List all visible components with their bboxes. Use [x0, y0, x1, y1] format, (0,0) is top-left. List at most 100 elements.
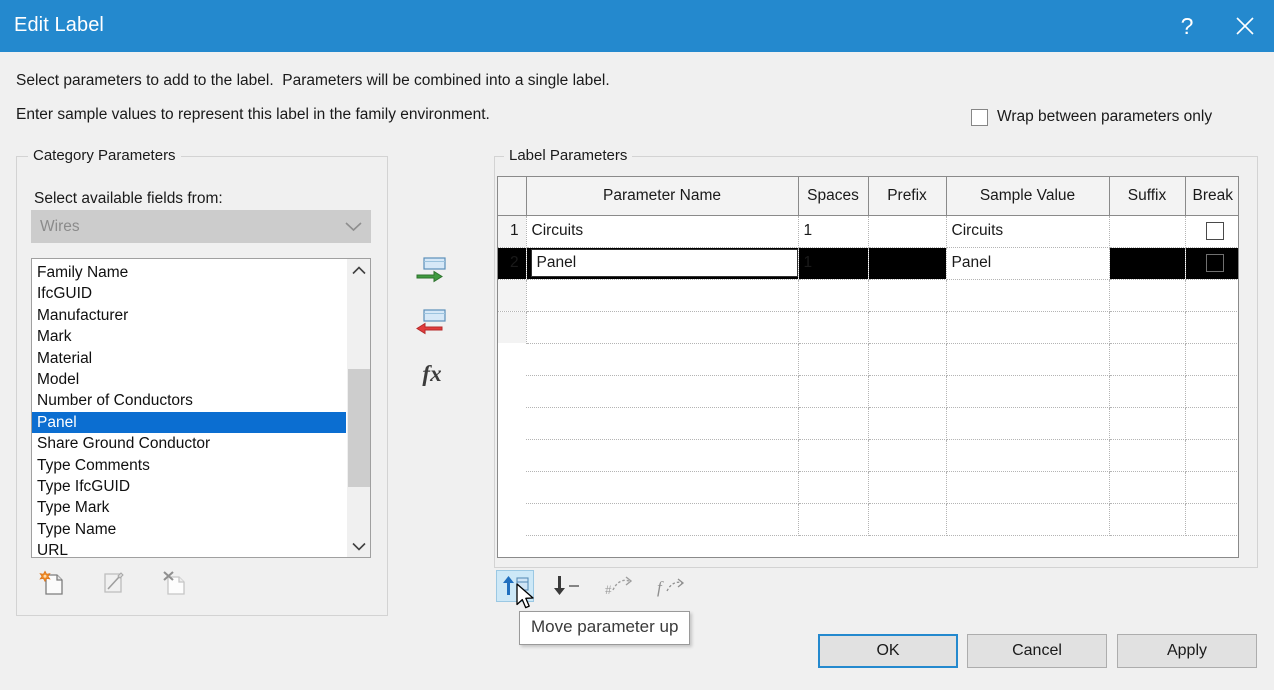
- list-item[interactable]: Share Ground Conductor: [32, 433, 346, 454]
- cell-empty: [526, 407, 799, 440]
- cell-empty: [868, 407, 947, 440]
- fx-label: fx: [422, 361, 442, 386]
- cell-suffix[interactable]: [1109, 247, 1186, 280]
- parameter-name-input[interactable]: Panel: [530, 249, 797, 277]
- column-header-prefix[interactable]: Prefix: [868, 177, 947, 216]
- list-item-label: Mark: [37, 328, 72, 346]
- cancel-button[interactable]: Cancel: [967, 634, 1107, 668]
- category-parameter-list-scrollbar[interactable]: [346, 259, 370, 557]
- help-icon[interactable]: ?: [1158, 0, 1216, 52]
- list-item[interactable]: Type IfcGUID: [32, 476, 346, 497]
- cell-empty: [798, 407, 869, 440]
- category-parameter-list-items[interactable]: Family Name IfcGUID Manufacturer Mark Materi…: [32, 259, 346, 557]
- cell-empty: [1185, 311, 1238, 344]
- table-empty-row: [498, 343, 1238, 376]
- apply-button[interactable]: Apply: [1117, 634, 1257, 668]
- cell-sample-value[interactable]: Panel: [946, 247, 1110, 280]
- cell-parameter-name[interactable]: Panel: [526, 247, 799, 280]
- cell-break[interactable]: [1185, 215, 1238, 248]
- cell-empty: [868, 439, 947, 472]
- ungroup-parameters-icon: f: [652, 570, 690, 602]
- list-item[interactable]: Type Name: [32, 519, 346, 540]
- column-header-sample-value[interactable]: Sample Value: [946, 177, 1110, 216]
- cell-empty: [798, 343, 869, 376]
- list-item[interactable]: Mark: [32, 326, 346, 347]
- cell-empty: [1109, 343, 1186, 376]
- cell-prefix[interactable]: [868, 247, 947, 280]
- category-select[interactable]: Wires: [31, 210, 371, 243]
- list-item[interactable]: Type Mark: [32, 497, 346, 518]
- wrap-between-parameters-only-checkbox[interactable]: [971, 108, 988, 126]
- cell-empty: [798, 279, 869, 312]
- list-item[interactable]: Family Name: [32, 262, 346, 283]
- group-parameters-icon: #: [600, 570, 638, 602]
- list-item[interactable]: Panel: [32, 411, 346, 434]
- cell-prefix[interactable]: [868, 215, 947, 248]
- cell-empty: [868, 503, 947, 536]
- column-header-break[interactable]: Break: [1185, 177, 1238, 216]
- ok-button-label: OK: [876, 642, 900, 659]
- list-item-label: Type Comments: [37, 456, 150, 474]
- mouse-cursor: [516, 583, 538, 618]
- column-header-suffix[interactable]: Suffix: [1109, 177, 1186, 216]
- row-number-empty: [498, 311, 527, 343]
- close-icon[interactable]: [1216, 0, 1274, 52]
- apply-button-label: Apply: [1166, 642, 1208, 659]
- list-item[interactable]: URL: [32, 540, 346, 557]
- list-item[interactable]: Number of Conductors: [32, 390, 346, 411]
- category-parameters-group-title: Category Parameters: [28, 147, 181, 164]
- cancel-button-label: Cancel: [1012, 642, 1062, 659]
- list-item[interactable]: Type Comments: [32, 455, 346, 476]
- cell-empty: [946, 375, 1110, 408]
- cell-break[interactable]: [1185, 247, 1238, 280]
- row-number-empty: [498, 439, 526, 471]
- list-item[interactable]: Material: [32, 348, 346, 369]
- cell-empty: [1185, 279, 1238, 312]
- column-header-spaces[interactable]: Spaces: [798, 177, 869, 216]
- list-item[interactable]: IfcGUID: [32, 283, 346, 304]
- move-down-icon[interactable]: [548, 570, 586, 602]
- cell-empty: [1109, 471, 1186, 504]
- edit-parameter-icon: [96, 568, 130, 598]
- row-number-empty: [498, 407, 526, 439]
- chevron-down-icon[interactable]: [347, 535, 371, 557]
- label-parameters-table-container: Parameter Name Spaces Prefix Sample Valu…: [497, 176, 1239, 558]
- intro-line-1: Select parameters to add to the label. P…: [16, 72, 610, 89]
- cell-empty: [1109, 503, 1186, 536]
- cell-empty: [1185, 471, 1238, 504]
- table-empty-row: [498, 471, 1238, 504]
- category-parameter-list[interactable]: Family Name IfcGUID Manufacturer Mark Materi…: [31, 258, 371, 558]
- wrap-between-parameters-only-option[interactable]: Wrap between parameters only: [971, 108, 1212, 126]
- list-item[interactable]: Model: [32, 369, 346, 390]
- break-checkbox[interactable]: [1206, 254, 1224, 272]
- cell-suffix[interactable]: [1109, 215, 1186, 248]
- row-number: 2: [498, 247, 527, 280]
- label-parameters-table: Parameter Name Spaces Prefix Sample Valu…: [498, 177, 1238, 536]
- scrollbar-thumb[interactable]: [348, 369, 370, 487]
- list-item[interactable]: Manufacturer: [32, 305, 346, 326]
- list-item-label: Panel: [37, 413, 77, 431]
- column-header-rownum[interactable]: [498, 177, 527, 216]
- cell-spaces[interactable]: 1: [798, 215, 869, 248]
- table-row[interactable]: 2 Panel 1 Panel: [498, 247, 1238, 280]
- fx-icon[interactable]: fx: [415, 359, 449, 389]
- cell-spaces[interactable]: 1: [798, 247, 869, 280]
- list-item-label: Number of Conductors: [37, 392, 193, 410]
- cell-sample-value[interactable]: Circuits: [946, 215, 1110, 248]
- table-header-row: Parameter Name Spaces Prefix Sample Valu…: [498, 177, 1238, 216]
- break-checkbox[interactable]: [1206, 222, 1224, 240]
- transfer-toolbar: fx: [415, 255, 449, 389]
- ok-button[interactable]: OK: [818, 634, 958, 668]
- cell-empty: [798, 503, 869, 536]
- cell-parameter-name[interactable]: Circuits: [526, 215, 799, 248]
- add-parameter-icon[interactable]: [415, 255, 449, 285]
- cell-empty: [1185, 439, 1238, 472]
- remove-parameter-icon[interactable]: [415, 307, 449, 337]
- column-header-parameter-name[interactable]: Parameter Name: [526, 177, 799, 216]
- cell-empty: [1185, 343, 1238, 376]
- cell-empty: [1109, 279, 1186, 312]
- new-parameter-icon[interactable]: [35, 568, 69, 598]
- table-row[interactable]: 1 Circuits 1 Circuits: [498, 215, 1238, 248]
- list-item-label: IfcGUID: [37, 285, 93, 303]
- chevron-up-icon[interactable]: [347, 259, 371, 281]
